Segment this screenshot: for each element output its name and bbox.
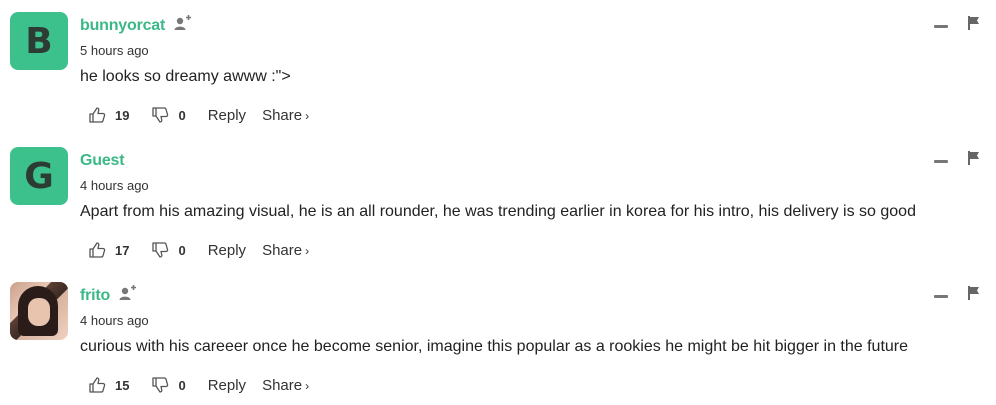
dislike-count: 0 [178,377,186,393]
add-user-icon[interactable] [173,14,192,32]
reply-button[interactable]: Reply [208,107,246,124]
comment-actions: 15 0 Reply Share › [88,374,309,396]
thumbs-up-icon [89,242,106,258]
dislike-count: 0 [178,242,186,258]
share-button[interactable]: Share › [262,107,309,124]
comment-timestamp[interactable]: 4 hours ago [80,313,149,328]
comment-item: G Guest 4 hours ago Apart from his amazi… [0,135,996,270]
avatar[interactable]: G [10,147,68,205]
dislike-count: 0 [178,107,186,123]
comment-timestamp[interactable]: 5 hours ago [80,43,149,58]
chevron-right-icon: › [305,108,310,123]
thumbs-down-icon [152,377,169,393]
comment-username[interactable]: frito [80,287,110,305]
comment-item: frito 4 hours ago curious with his caree… [0,270,996,405]
like-count: 15 [115,377,130,393]
chevron-right-icon: › [305,243,310,258]
flag-icon[interactable] [968,16,980,30]
thumbs-up-icon [89,107,106,123]
comment-timestamp[interactable]: 4 hours ago [80,178,149,193]
comment-text: he looks so dreamy awww :"> [80,68,291,85]
like-button[interactable]: 19 [88,106,129,124]
comment-username[interactable]: Guest [80,152,125,170]
share-button[interactable]: Share › [262,377,309,394]
dislike-button[interactable]: 0 [151,376,186,394]
dislike-button[interactable]: 0 [151,106,186,124]
flag-icon[interactable] [968,286,980,300]
avatar[interactable]: B [10,12,68,70]
like-button[interactable]: 17 [88,241,129,259]
like-count: 19 [115,107,130,123]
share-label: Share [262,376,303,394]
minus-icon[interactable] [934,25,948,28]
share-label: Share [262,106,303,124]
thumbs-down-icon [152,242,169,258]
reply-button[interactable]: Reply [208,377,246,394]
avatar[interactable] [10,282,68,340]
like-button[interactable]: 15 [88,376,129,394]
comment-actions: 19 0 Reply Share › [88,104,309,126]
like-count: 17 [115,242,130,258]
thumbs-down-icon [152,107,169,123]
comment-item: B bunnyorcat 5 hours ago he looks so dre… [0,0,996,135]
chevron-right-icon: › [305,378,310,393]
comment-text: Apart from his amazing visual, he is an … [80,203,916,220]
flag-icon[interactable] [968,151,980,165]
minus-icon[interactable] [934,295,948,298]
comment-username[interactable]: bunnyorcat [80,17,165,35]
comment-text: curious with his careeer once he become … [80,338,909,355]
avatar-photo-face [28,298,50,326]
reply-button[interactable]: Reply [208,242,246,259]
add-user-icon[interactable] [118,284,137,302]
share-label: Share [262,241,303,259]
dislike-button[interactable]: 0 [151,241,186,259]
thumbs-up-icon [89,377,106,393]
comment-actions: 17 0 Reply Share › [88,239,309,261]
minus-icon[interactable] [934,160,948,163]
share-button[interactable]: Share › [262,242,309,259]
